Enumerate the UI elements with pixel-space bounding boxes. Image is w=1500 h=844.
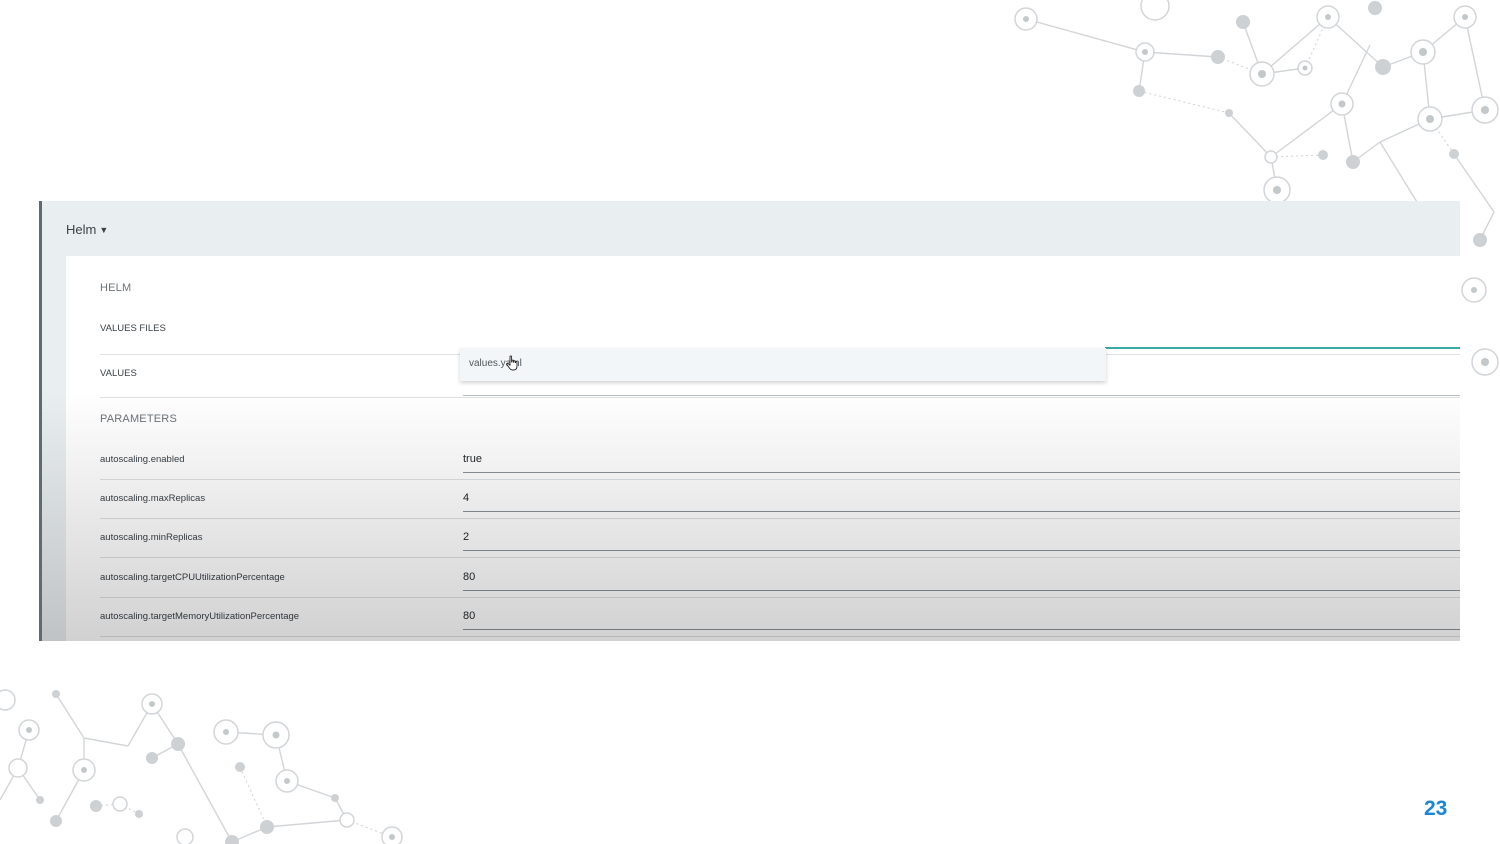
divider <box>100 597 1460 598</box>
values-files-select-underline[interactable] <box>1105 347 1460 349</box>
parameter-value-input[interactable]: true <box>463 453 482 465</box>
divider <box>100 557 1460 558</box>
parameter-value-input[interactable]: 80 <box>463 610 475 622</box>
divider <box>100 397 1460 398</box>
values-label: VALUES <box>100 368 137 379</box>
parameter-name: autoscaling.enabled <box>100 454 185 465</box>
parameter-name: autoscaling.targetMemoryUtilizationPerce… <box>100 611 300 622</box>
divider <box>100 636 1460 637</box>
caret-down-icon: ▼ <box>99 225 109 235</box>
helm-dropdown-label: Helm <box>66 222 97 237</box>
slide-page-number: 23 <box>1424 797 1448 820</box>
network-decoration-bottom <box>0 689 403 844</box>
input-underline <box>463 472 1460 473</box>
parameter-value-input[interactable]: 4 <box>463 492 469 504</box>
input-underline <box>463 550 1460 551</box>
parameter-value-input[interactable]: 2 <box>463 531 469 543</box>
parameter-name: autoscaling.targetCPUUtilizationPercenta… <box>100 572 285 583</box>
values-files-label: VALUES FILES <box>100 323 166 334</box>
helm-parameters-panel: HELM VALUES FILES VALUES PARAMETERS auto… <box>66 256 1460 641</box>
hand-pointer-cursor-icon <box>506 355 518 371</box>
parameter-value-input[interactable]: 80 <box>463 571 475 583</box>
helm-app-screenshot: Helm ▼ HELM VALUES FILES VALUES PARAMETER… <box>39 201 1460 641</box>
divider <box>100 479 1460 480</box>
values-files-dropdown-menu: values.yaml <box>460 348 1106 381</box>
parameter-name: autoscaling.minReplicas <box>100 532 203 543</box>
divider <box>100 518 1460 519</box>
helm-section-title: HELM <box>100 282 132 294</box>
input-underline <box>463 511 1460 512</box>
values-field-underline[interactable] <box>463 395 1460 396</box>
input-underline <box>463 590 1460 591</box>
parameters-section-title: PARAMETERS <box>100 413 177 425</box>
helm-source-dropdown[interactable]: Helm ▼ <box>66 222 108 237</box>
input-underline <box>463 629 1460 630</box>
parameter-name: autoscaling.maxReplicas <box>100 493 206 504</box>
